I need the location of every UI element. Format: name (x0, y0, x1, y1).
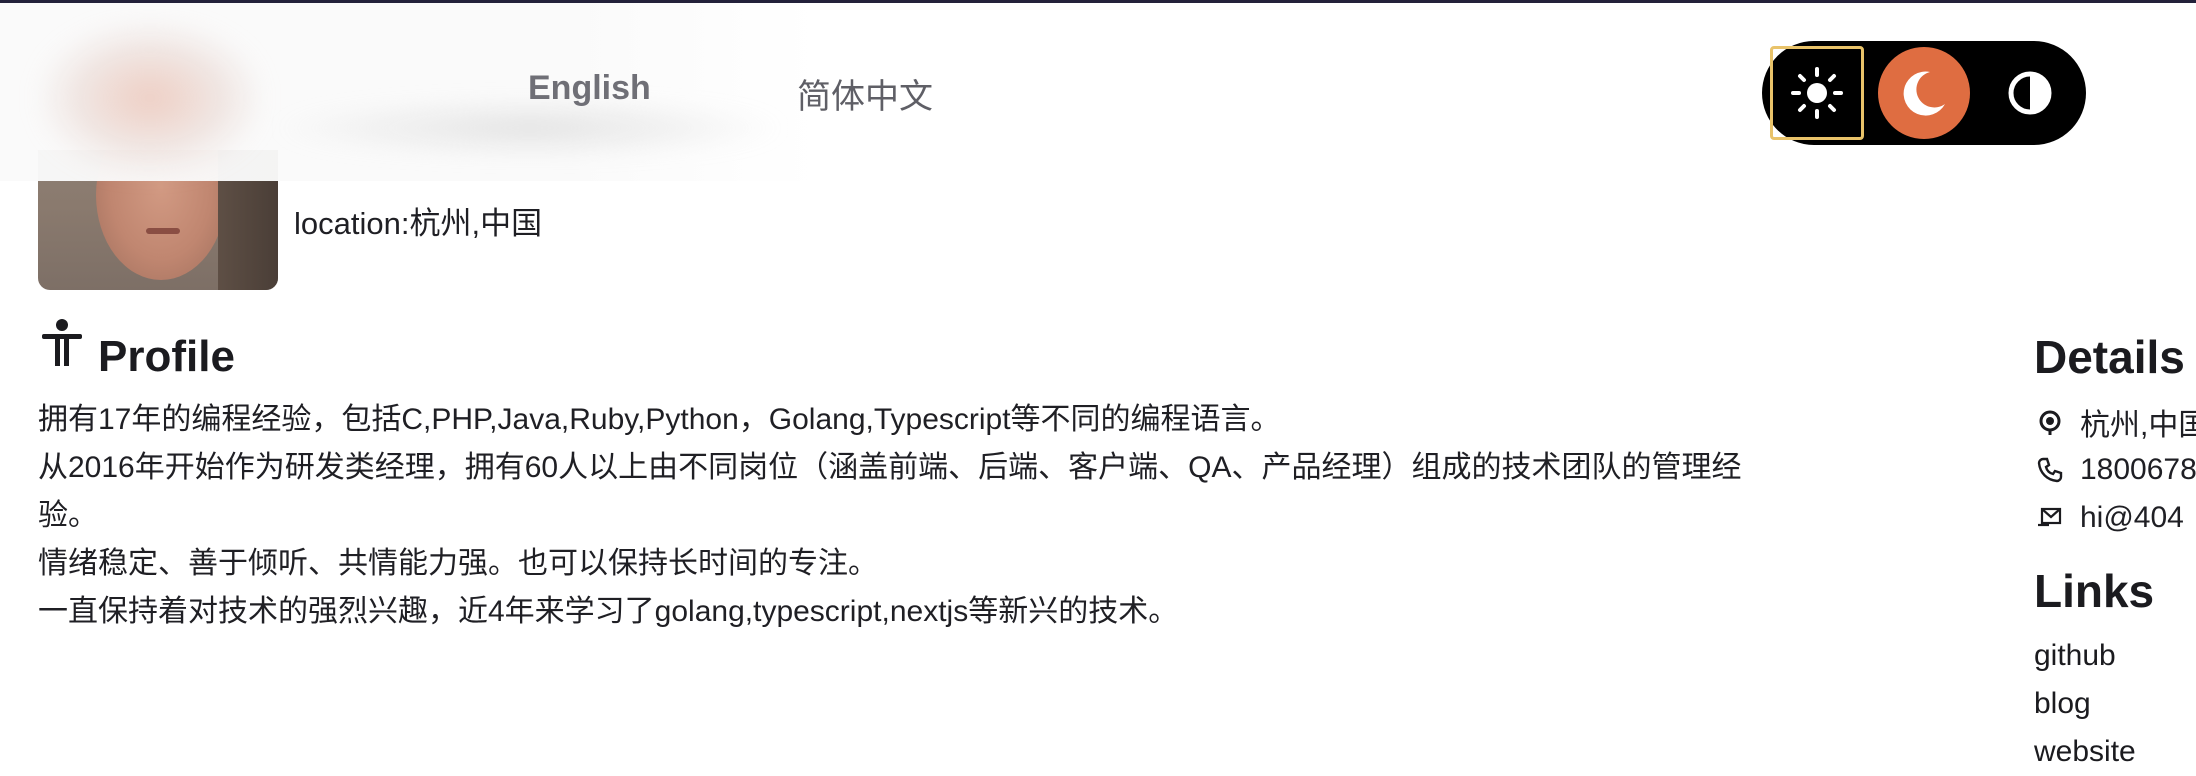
profile-paragraph: 验。 (38, 499, 98, 532)
profile-paragraph: 拥有17年的编程经验，包括C,PHP,Java,Ruby,Python，Gola… (38, 403, 1281, 436)
profile-description: 拥有17年的编程经验，包括C,PHP,Java,Ruby,Python，Gola… (38, 396, 1878, 636)
profile-paragraph: 情绪稳定、善于倾听、共情能力强。也可以保持长时间的专注。 (38, 547, 878, 580)
details-title: Details (2034, 331, 2185, 383)
lang-chinese-link[interactable]: 简体中文 (797, 69, 933, 118)
phone-icon (2034, 454, 2066, 486)
avatar-mouth (146, 228, 180, 234)
links-list: github blog website (2034, 632, 2196, 776)
mail-icon (2034, 502, 2066, 534)
sun-icon (1791, 67, 1843, 119)
theme-switcher (1762, 41, 2086, 145)
contrast-icon (2008, 71, 2052, 115)
detail-email: hi@404 (2034, 494, 2196, 542)
detail-email-text: hi@404 (2080, 501, 2184, 534)
link-blog[interactable]: blog (2034, 680, 2196, 728)
profile-paragraph: 一直保持着对技术的强烈兴趣，近4年来学习了golang,typescript,n… (38, 595, 1179, 628)
detail-location-text: 杭州,中国 (2080, 409, 2196, 442)
link-website[interactable]: website (2034, 728, 2196, 776)
detail-phone: 1800678 (2034, 446, 2196, 494)
accessibility-person-icon (42, 319, 82, 366)
moon-icon (1903, 71, 1945, 116)
link-github[interactable]: github (2034, 632, 2196, 680)
location-pin-icon (2034, 406, 2066, 438)
theme-dark-button[interactable] (1878, 47, 1970, 139)
profile-paragraph: 从2016年开始作为研发类经理，拥有60人以上由不同岗位（涵盖前端、后端、客户端… (38, 451, 1742, 484)
lang-english-link[interactable]: English (528, 69, 651, 108)
detail-phone-text: 1800678 (2080, 453, 2196, 486)
theme-light-button[interactable] (1770, 46, 1864, 140)
blurred-avatar (40, 23, 260, 173)
location-line: location:杭州,中国 (294, 206, 543, 241)
profile-title: Profile (98, 332, 235, 381)
sidebar-details: Details 杭州,中国 1800678 hi@404 Links githu… (2034, 330, 2196, 776)
header: English 简体中文 (0, 3, 2196, 181)
theme-system-button[interactable] (1984, 47, 2076, 139)
profile-heading: Profile (38, 318, 235, 382)
links-title: Links (2034, 565, 2155, 617)
detail-location: 杭州,中国 (2034, 398, 2196, 446)
